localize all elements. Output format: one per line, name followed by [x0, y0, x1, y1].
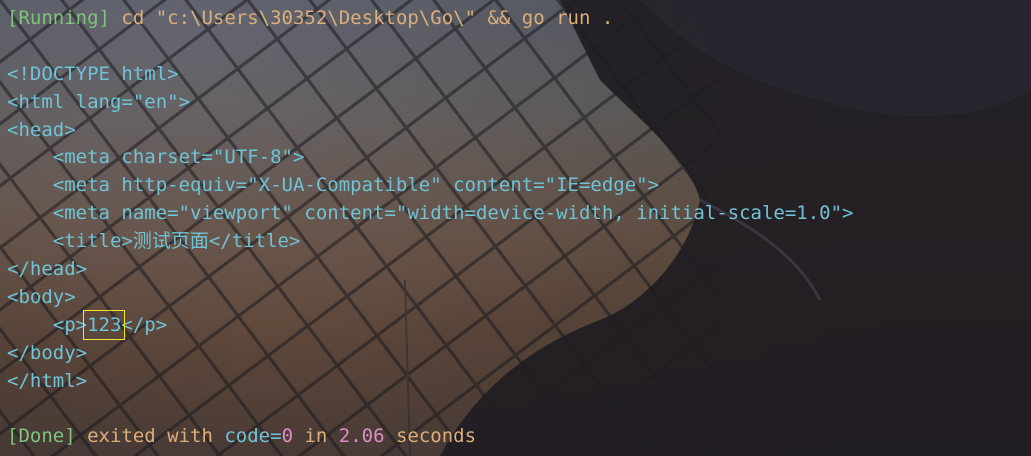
run-command-text: cd "c:\Users\30352\Desktop\Go\" && go ru… [121, 7, 614, 29]
output-line: <meta name="viewport" content="width=dev… [7, 202, 854, 225]
done-line: [Done] exited with code=0 in 2.06 second… [7, 423, 1031, 451]
running-status: [Running] [7, 7, 110, 29]
duration-value: 2.06 [338, 425, 385, 448]
p-open-tag: <p> [52, 313, 88, 336]
done-status: [Done] [7, 425, 76, 448]
output-line: <!DOCTYPE html> [7, 62, 179, 85]
output-line: <head> [7, 118, 76, 141]
output-terminal[interactable]: [Running] cd "c:\Users\30352\Desktop\Go\… [7, 5, 1031, 451]
output-line: </head> [7, 258, 88, 281]
output-line: <body> [7, 285, 76, 308]
paragraph-output-line: <p>123</p> [7, 309, 1031, 340]
done-text: exited with [75, 425, 225, 448]
output-line: <meta charset="UTF-8"> [7, 146, 305, 169]
output-line: </body> [7, 341, 88, 364]
output-line: <html lang="en"> [7, 90, 191, 113]
in-word: in [293, 425, 339, 448]
p-close-tag: </p> [121, 313, 168, 336]
run-command-line: [Running] cd "c:\Users\30352\Desktop\Go\… [7, 5, 1031, 33]
output-line: <meta http-equiv="X-UA-Compatible" conte… [7, 174, 660, 197]
highlighted-text-123: 123 [83, 309, 126, 340]
output-line: </html> [7, 369, 88, 392]
output-line: <title>测试页面</title> [7, 230, 301, 253]
exit-code-label: code= [224, 425, 282, 448]
exit-code-value: 0 [281, 425, 294, 448]
seconds-word: seconds [384, 425, 477, 448]
